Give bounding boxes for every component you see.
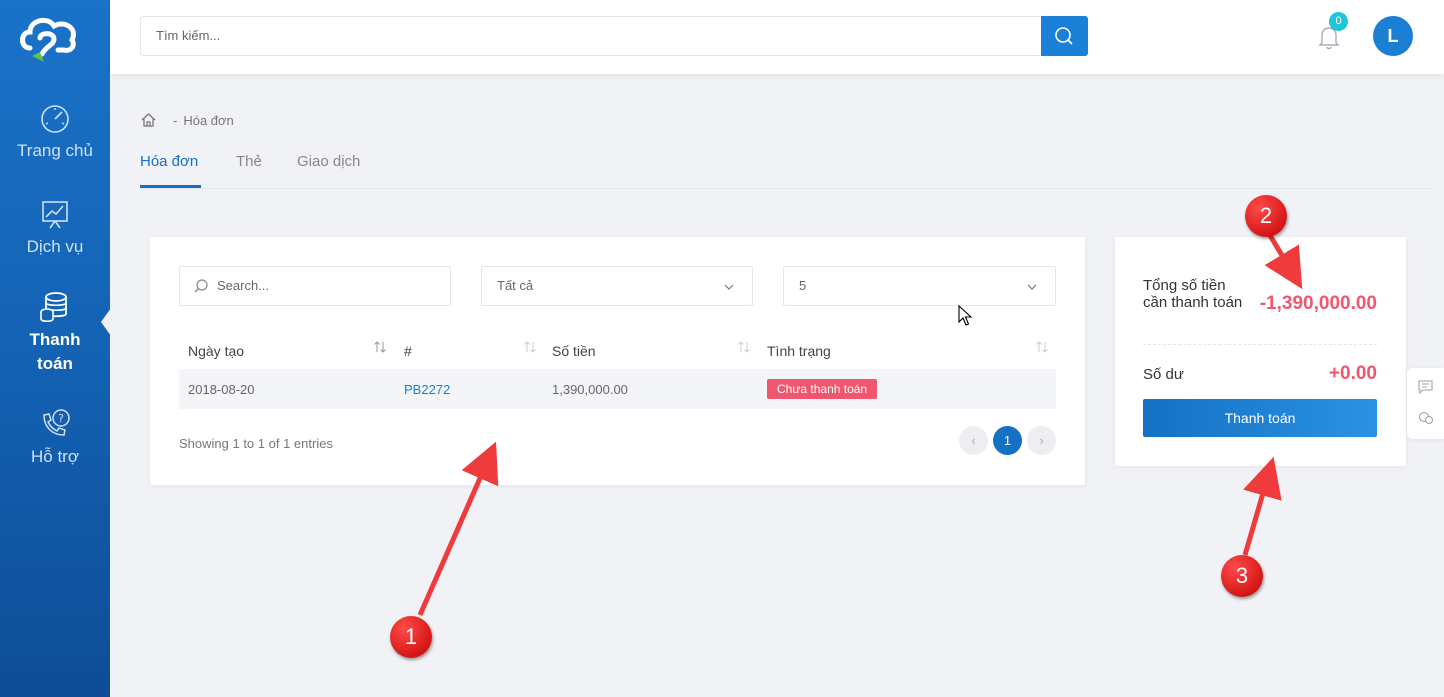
sidebar-item-services[interactable]: Dịch vụ [0, 197, 110, 257]
sidebar-item-label: Hỗ trợ [31, 447, 79, 466]
notification-badge: 0 [1329, 12, 1348, 31]
tab-cards[interactable]: Thẻ [236, 153, 262, 170]
annotation-marker-3: 3 [1221, 555, 1263, 597]
sort-icon[interactable] [1035, 340, 1049, 354]
pagination-prev-button[interactable]: ‹ [959, 426, 988, 455]
breadcrumb: - Hóa đơn [140, 112, 234, 128]
sidebar-item-payment[interactable]: Thanh toán [0, 290, 110, 376]
pagination-next-button[interactable]: › [1027, 426, 1056, 455]
chevron-down-icon [724, 284, 734, 290]
tab-transactions[interactable]: Giao dịch [297, 153, 360, 170]
entries-info: Showing 1 to 1 of 1 entries [179, 436, 333, 451]
support-chat-icon[interactable] [1418, 411, 1434, 425]
cell-date: 2018-08-20 [188, 382, 255, 397]
annotation-marker-1: 1 [390, 616, 432, 658]
cell-amount: 1,390,000.00 [552, 382, 628, 397]
table-search-placeholder: Search... [217, 278, 270, 293]
coins-icon [40, 292, 67, 323]
sort-icon[interactable] [373, 340, 387, 354]
tab-invoices[interactable]: Hóa đơn [140, 153, 198, 170]
brand-logo-icon[interactable] [18, 14, 80, 66]
chevron-down-icon [1027, 284, 1037, 290]
invoice-table-card: Search... Tất cả 5 Ngày tạo # Số tiền Tì… [150, 237, 1085, 485]
sidebar-item-label: Trang chủ [17, 141, 93, 160]
search-button[interactable] [1041, 16, 1088, 56]
column-header-status[interactable]: Tình trạng [767, 343, 831, 359]
sort-icon[interactable] [523, 340, 537, 354]
floating-tools [1407, 368, 1444, 439]
top-header: Tìm kiếm... 0 L [110, 0, 1444, 74]
sidebar-item-support[interactable]: ? Hỗ trợ [0, 407, 110, 467]
sidebar-item-label: Dịch vụ [26, 237, 84, 256]
search-icon [1055, 27, 1073, 45]
column-header-date[interactable]: Ngày tạo [188, 343, 244, 359]
chat-icon[interactable] [1418, 380, 1433, 394]
balance-value: +0.00 [1328, 363, 1377, 384]
page-size-value: 5 [799, 278, 807, 293]
total-due-value: -1,390,000.00 [1259, 293, 1377, 314]
sidebar: Trang chủ Dịch vụ Thanh toán ? Hỗ trợ [0, 0, 111, 697]
tab-bar: Hóa đơn Thẻ Giao dịch [140, 150, 1432, 189]
pay-button[interactable]: Thanh toán [1143, 399, 1377, 437]
speedometer-icon [41, 105, 69, 133]
breadcrumb-current: Hóa đơn [183, 112, 234, 128]
page-size-select[interactable]: 5 [783, 266, 1056, 306]
sort-icon[interactable] [737, 340, 751, 354]
home-icon[interactable] [140, 112, 157, 128]
column-header-id[interactable]: # [404, 343, 412, 359]
breadcrumb-separator: - [173, 112, 178, 128]
phone-help-icon: ? [43, 409, 70, 436]
column-header-amount[interactable]: Số tiền [552, 343, 596, 359]
sidebar-item-home[interactable]: Trang chủ [0, 101, 110, 161]
total-due-label: Tổng số tiền cần thanh toán [1143, 277, 1243, 311]
active-tab-underline [140, 185, 201, 188]
payment-summary-card: Tổng số tiền cần thanh toán -1,390,000.0… [1115, 237, 1406, 466]
chart-board-icon [42, 201, 68, 229]
balance-label: Số dư [1143, 366, 1184, 383]
sidebar-item-label: Thanh toán [29, 330, 81, 373]
status-filter-select[interactable]: Tất cả [481, 266, 753, 306]
global-search-input[interactable]: Tìm kiếm... [140, 16, 1088, 56]
search-icon [194, 279, 208, 293]
active-indicator [101, 308, 111, 336]
pagination-page-1[interactable]: 1 [993, 426, 1022, 455]
invoice-id-link[interactable]: PB2272 [404, 382, 450, 397]
table-search-input[interactable]: Search... [179, 266, 451, 306]
status-badge: Chưa thanh toán [767, 379, 878, 399]
annotation-marker-2: 2 [1245, 195, 1287, 237]
mouse-cursor-icon [958, 305, 972, 326]
svg-text:?: ? [58, 412, 64, 425]
user-avatar[interactable]: L [1373, 16, 1413, 56]
status-filter-value: Tất cả [497, 278, 534, 293]
divider [1143, 344, 1377, 345]
